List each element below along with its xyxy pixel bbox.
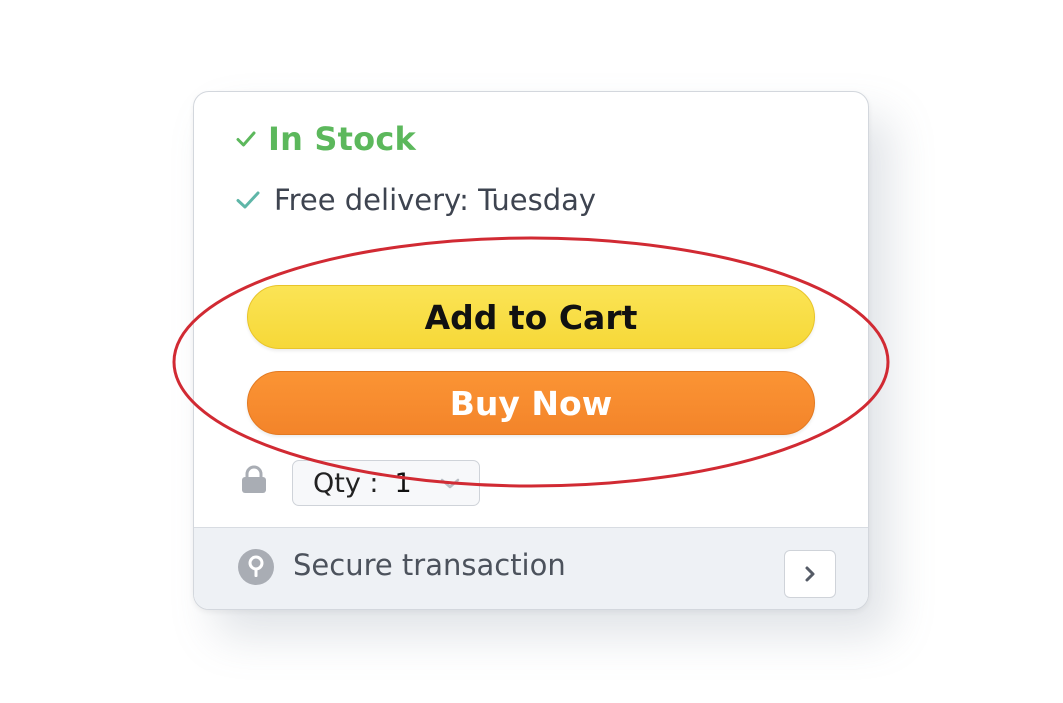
quantity-label: Qty : <box>313 467 379 499</box>
delivery-label: Free delivery: Tuesday <box>274 183 597 217</box>
screenshot-stage: In Stock Free delivery: Tuesday Add to C… <box>0 0 1063 703</box>
chevron-right-icon <box>801 564 819 584</box>
secure-transaction-details-button[interactable] <box>784 550 836 598</box>
secure-transaction-label: Secure transaction <box>293 548 566 582</box>
buy-box-card: In Stock Free delivery: Tuesday Add to C… <box>193 91 869 610</box>
stock-status-row: In Stock <box>236 120 416 158</box>
quantity-value: 1 <box>394 467 412 499</box>
delivery-row: Free delivery: Tuesday <box>236 183 596 217</box>
buy-now-button[interactable]: Buy Now <box>247 371 815 435</box>
lock-icon <box>239 465 269 495</box>
check-icon <box>236 130 256 148</box>
check-icon <box>236 190 260 210</box>
chevron-down-icon <box>439 473 461 493</box>
stock-status-label: In Stock <box>268 120 417 158</box>
quantity-select[interactable]: Qty : 1 <box>292 460 480 506</box>
security-icon <box>237 548 275 586</box>
secure-transaction-footer: Secure transaction <box>194 527 868 609</box>
add-to-cart-button[interactable]: Add to Cart <box>247 285 815 349</box>
